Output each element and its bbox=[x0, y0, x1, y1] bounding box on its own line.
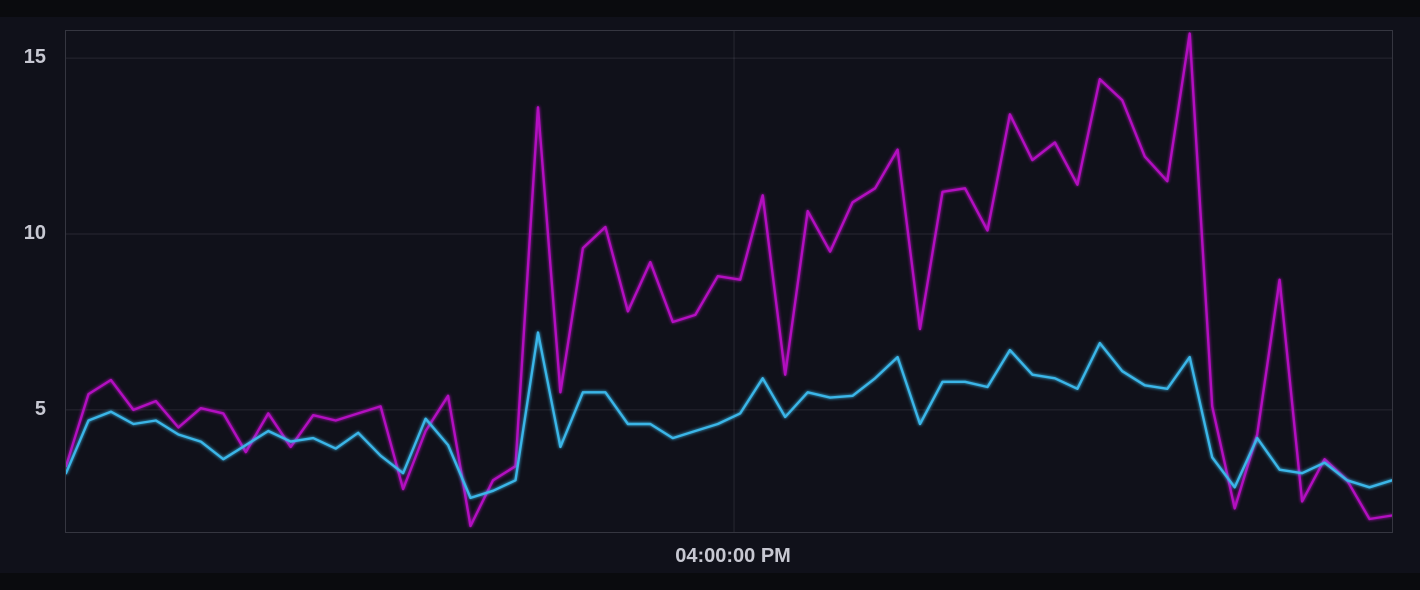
line-chart bbox=[66, 31, 1392, 532]
y-axis-tick-label: 10 bbox=[0, 222, 46, 244]
x-axis-tick-label: 04:00:00 PM bbox=[623, 545, 843, 568]
y-axis-tick-label: 5 bbox=[0, 398, 46, 420]
y-axis-tick-label: 15 bbox=[0, 46, 46, 68]
series-line-cyan[interactable] bbox=[66, 333, 1392, 498]
series-line-magenta[interactable] bbox=[66, 34, 1392, 527]
plot-area[interactable] bbox=[65, 30, 1393, 533]
